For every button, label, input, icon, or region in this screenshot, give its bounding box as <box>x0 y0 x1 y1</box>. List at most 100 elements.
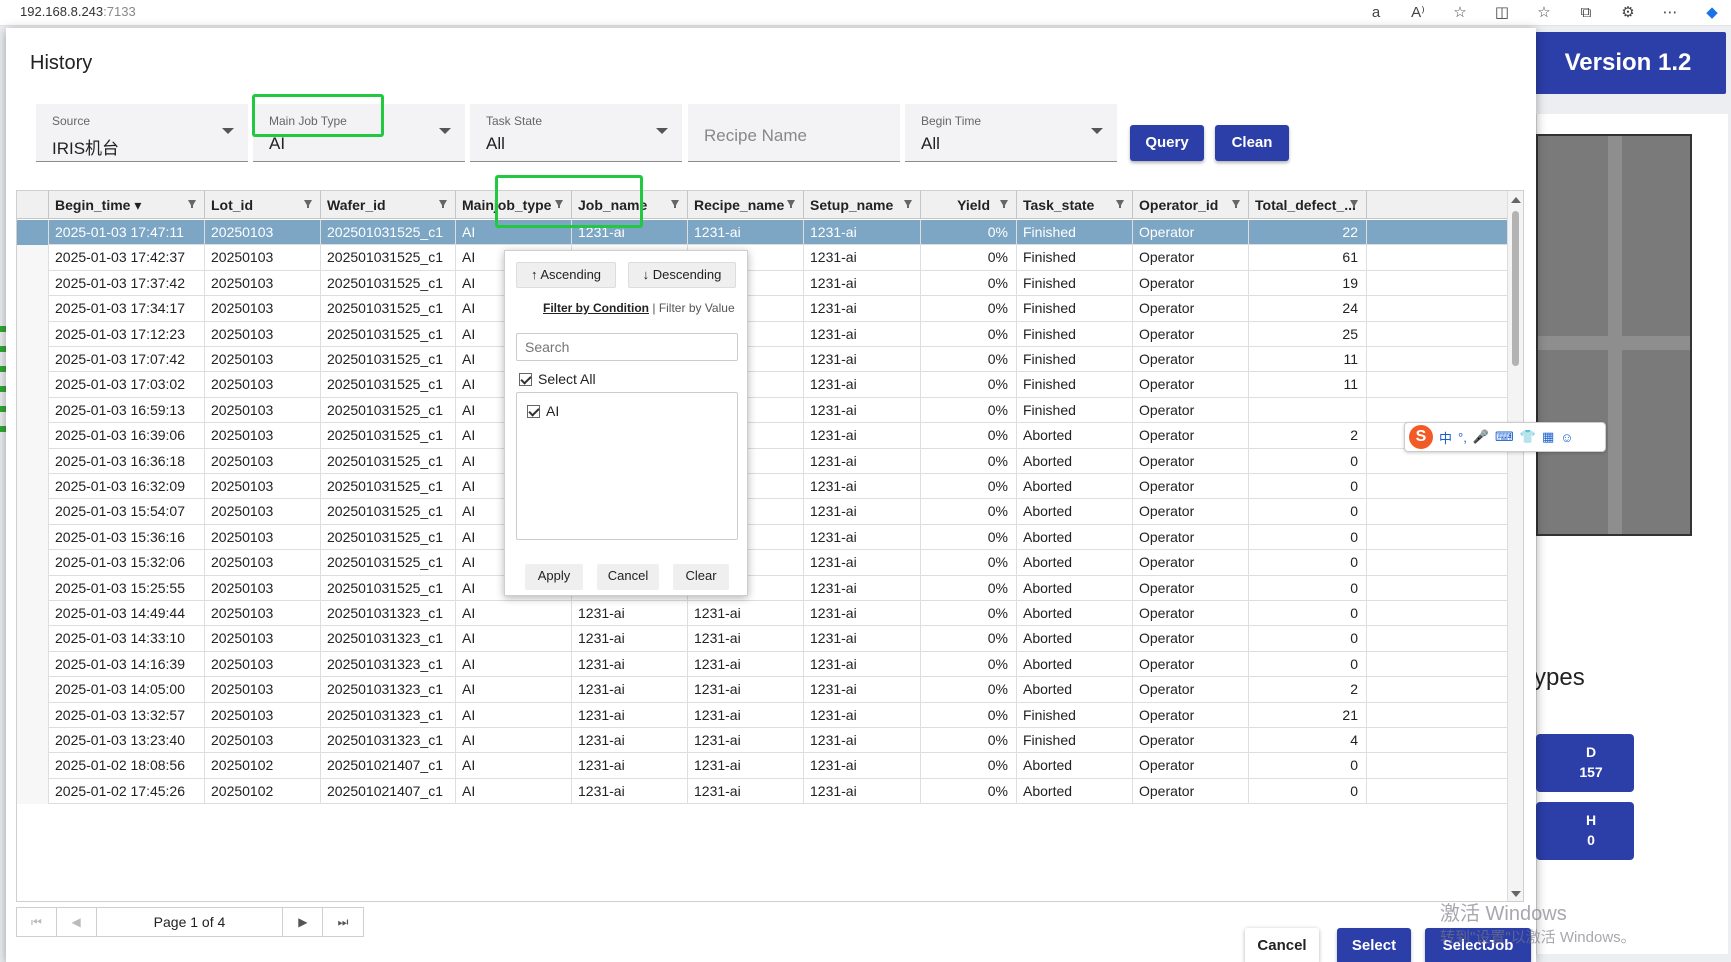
table-row[interactable]: 2025-01-02 17:45:26 20250102 202501021407_… <box>17 778 1507 805</box>
row-gutter[interactable] <box>17 474 49 500</box>
scroll-thumb[interactable] <box>1512 211 1519 366</box>
vertical-scrollbar[interactable] <box>1507 191 1523 901</box>
copilot-icon[interactable]: ◆ <box>1701 2 1723 24</box>
select-all-checkbox[interactable]: Select All <box>519 371 596 387</box>
table-row[interactable]: 2025-01-03 14:05:00 20250103 202501031323_… <box>17 677 1507 703</box>
row-gutter[interactable] <box>17 524 49 551</box>
clean-button[interactable]: Clean <box>1215 125 1289 161</box>
column-header[interactable]: Job_name <box>572 191 688 219</box>
row-gutter[interactable] <box>17 550 49 576</box>
column-header[interactable]: Begin_time ▾ <box>49 191 205 219</box>
table-row[interactable]: 2025-01-03 16:39:06 20250103 202501031525_… <box>17 423 1507 449</box>
table-row[interactable]: 2025-01-03 16:59:13 20250103 202501031525_… <box>17 397 1507 424</box>
select-button[interactable]: Select <box>1337 928 1411 962</box>
row-gutter[interactable] <box>17 601 49 627</box>
task-state-select[interactable]: Task State All <box>470 104 682 162</box>
row-gutter[interactable] <box>17 372 49 398</box>
source-select[interactable]: Source IRIS机台 <box>36 104 248 162</box>
filter-funnel-icon[interactable] <box>439 200 447 208</box>
read-aloud-aa-icon[interactable]: aあ <box>1365 2 1387 43</box>
row-gutter[interactable] <box>17 778 49 805</box>
row-gutter[interactable] <box>17 347 49 373</box>
table-row[interactable]: 2025-01-03 14:49:44 20250103 202501031323_… <box>17 601 1507 627</box>
collections-icon[interactable]: ⧉ <box>1575 2 1597 24</box>
previous-page-button[interactable]: ◀ <box>57 908 97 936</box>
table-row[interactable]: 2025-01-03 15:25:55 20250103 202501031525_… <box>17 575 1507 601</box>
ime-toolbox-icon[interactable]: ▦ <box>1542 429 1554 445</box>
split-screen-icon[interactable]: ◫ <box>1491 2 1513 24</box>
table-row[interactable]: 2025-01-03 17:37:42 20250103 202501031525_… <box>17 270 1507 297</box>
row-gutter[interactable] <box>17 753 49 779</box>
column-header[interactable]: Setup_name <box>804 191 921 219</box>
column-header[interactable]: Recipe_name <box>688 191 804 219</box>
filter-funnel-icon[interactable] <box>188 200 196 208</box>
recipe-name-input[interactable]: Recipe Name <box>688 104 900 162</box>
row-gutter[interactable] <box>17 728 49 754</box>
filter-funnel-icon[interactable] <box>1232 200 1240 208</box>
column-header[interactable]: Wafer_id <box>321 191 456 219</box>
row-gutter[interactable] <box>17 702 49 728</box>
table-row[interactable]: 2025-01-03 17:12:23 20250103 202501031525_… <box>17 321 1507 347</box>
table-row[interactable]: 2025-01-03 17:07:42 20250103 202501031525_… <box>17 347 1507 373</box>
table-row[interactable]: 2025-01-03 17:47:11 20250103 202501031525_… <box>17 220 1507 246</box>
text-a-icon[interactable]: A⁾ <box>1407 2 1429 24</box>
column-header[interactable]: Lot_id <box>205 191 321 219</box>
ime-skin-icon[interactable]: 👕 <box>1520 429 1536 445</box>
row-gutter[interactable] <box>17 321 49 347</box>
sort-ascending-button[interactable]: ↑ Ascending <box>516 262 616 288</box>
table-row[interactable]: 2025-01-03 15:36:16 20250103 202501031525_… <box>17 524 1507 551</box>
column-header[interactable]: Mainjob_type <box>456 191 572 219</box>
column-header[interactable]: Yield <box>921 191 1017 219</box>
scroll-down-icon[interactable] <box>1511 891 1521 897</box>
ime-voice-icon[interactable]: 🎤 <box>1473 429 1489 445</box>
url-text[interactable]: 192.168.8.243:7133 <box>20 4 136 19</box>
last-page-button[interactable]: ⏭ <box>323 908 363 936</box>
table-row[interactable]: 2025-01-03 13:23:40 20250103 202501031323_… <box>17 728 1507 754</box>
table-row[interactable]: 2025-01-02 18:08:56 20250102 202501021407_… <box>17 753 1507 779</box>
filter-funnel-icon[interactable] <box>1350 200 1358 208</box>
filter-funnel-icon[interactable] <box>787 200 795 208</box>
tab-filter-by-condition[interactable]: Filter by Condition <box>543 301 649 315</box>
background-tile-h[interactable]: H 0 <box>1548 802 1634 860</box>
filter-funnel-icon[interactable] <box>1116 200 1124 208</box>
row-gutter[interactable] <box>17 575 49 601</box>
row-gutter[interactable] <box>17 499 49 525</box>
table-row[interactable]: 2025-01-03 16:36:18 20250103 202501031525_… <box>17 448 1507 474</box>
ime-emoji-icon[interactable]: ☺ <box>1560 430 1573 445</box>
filter-funnel-icon[interactable] <box>671 200 679 208</box>
scroll-up-icon[interactable] <box>1511 197 1521 203</box>
table-row[interactable]: 2025-01-03 14:33:10 20250103 202501031323_… <box>17 626 1507 652</box>
begin-time-select[interactable]: Begin Time All <box>905 104 1117 162</box>
cancel-button[interactable]: Cancel <box>1245 928 1319 962</box>
table-row[interactable]: 2025-01-03 15:54:07 20250103 202501031525_… <box>17 499 1507 525</box>
filter-value-checkbox[interactable]: AI <box>527 403 559 419</box>
table-row[interactable]: 2025-01-03 14:16:39 20250103 202501031323_… <box>17 651 1507 678</box>
table-row[interactable]: 2025-01-03 17:34:17 20250103 202501031525_… <box>17 296 1507 322</box>
sogou-ime-icon[interactable]: S <box>1409 425 1433 449</box>
column-header[interactable]: Task_state <box>1017 191 1133 219</box>
next-page-button[interactable]: ▶ <box>283 908 324 936</box>
apply-button[interactable]: Apply <box>525 564 583 590</box>
row-gutter[interactable] <box>17 220 49 246</box>
filter-funnel-icon[interactable] <box>904 200 912 208</box>
ime-toolbar[interactable]: S 中 °, 🎤 ⌨ 👕 ▦ ☺ <box>1404 422 1606 452</box>
ime-chinese-mode-icon[interactable]: 中 <box>1439 428 1452 447</box>
table-row[interactable]: 2025-01-03 17:42:37 20250103 202501031525_… <box>17 245 1507 271</box>
first-page-button[interactable]: ⏮ <box>17 908 57 936</box>
extensions-icon[interactable]: ⚙ <box>1617 2 1639 24</box>
main-job-type-select[interactable]: Main Job Type AI <box>253 104 465 162</box>
row-gutter[interactable] <box>17 296 49 322</box>
row-gutter[interactable] <box>17 397 49 424</box>
query-button[interactable]: Query <box>1130 125 1204 161</box>
background-tile-d[interactable]: D 157 <box>1548 734 1634 792</box>
favorite-star-icon[interactable]: ☆ <box>1449 2 1471 24</box>
row-gutter[interactable] <box>17 270 49 297</box>
ime-punctuation-icon[interactable]: °, <box>1458 430 1467 445</box>
table-row[interactable]: 2025-01-03 17:03:02 20250103 202501031525_… <box>17 372 1507 398</box>
filter-funnel-icon[interactable] <box>1000 200 1008 208</box>
row-gutter[interactable] <box>17 651 49 678</box>
tab-filter-by-value[interactable]: Filter by Value <box>659 301 735 315</box>
row-gutter[interactable] <box>17 245 49 271</box>
column-header[interactable]: Total_defect_... <box>1249 191 1367 219</box>
more-icon[interactable]: ⋯ <box>1659 2 1681 24</box>
